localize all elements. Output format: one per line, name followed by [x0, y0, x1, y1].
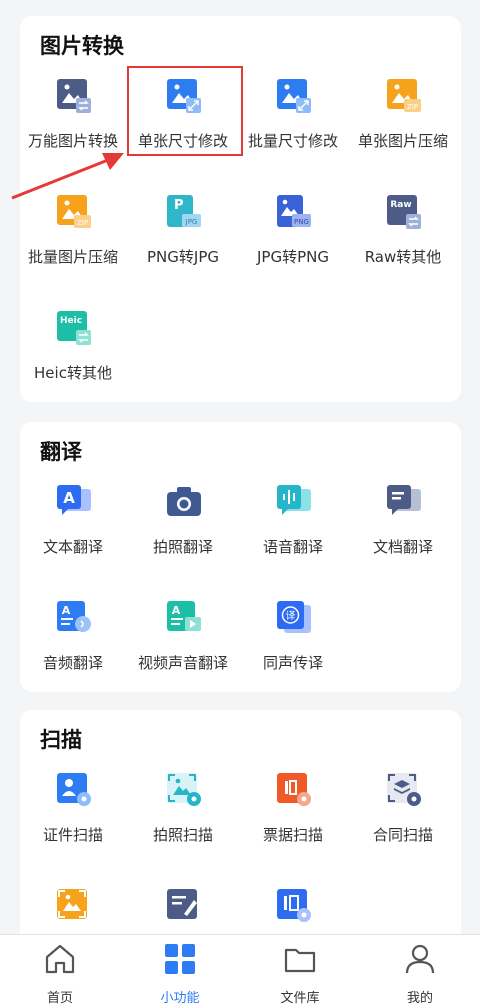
contract-icon [387, 773, 421, 806]
id-card-icon [57, 773, 91, 806]
tool-label: 拍照扫描 [152, 826, 213, 844]
tool-text-translate[interactable]: A 文本翻译 [14, 484, 132, 584]
section-title-translate: 翻译 [40, 440, 82, 464]
section-title-image: 图片转换 [40, 34, 124, 58]
folder-icon [284, 948, 316, 973]
document-icon [387, 485, 421, 515]
tool-png-to-jpg[interactable]: P JPG PNG转JPG [124, 194, 242, 294]
tool-label: PNG转JPG [147, 248, 219, 266]
tool-voice-translate[interactable]: 语音翻译 [234, 484, 352, 584]
nav-label: 小功能 [160, 991, 200, 1006]
tool-receipt-scan[interactable]: 票据扫描 [234, 772, 352, 872]
book-scan-icon [277, 889, 311, 922]
nav-files[interactable]: 文件库 [240, 935, 360, 1007]
interpret-icon: 译 [277, 601, 311, 633]
tool-raw-convert[interactable]: Raw Raw转其他 [344, 194, 462, 294]
home-icon [45, 944, 75, 974]
tool-jpg-to-png[interactable]: PNG JPG转PNG [234, 194, 352, 294]
tool-label: 证件扫描 [42, 826, 103, 844]
svg-text:P: P [174, 198, 184, 213]
tool-label: 票据扫描 [262, 826, 323, 844]
tool-label: Raw转其他 [364, 248, 442, 266]
grid-icon [165, 944, 195, 974]
tool-id-scan[interactable]: 证件扫描 [14, 772, 132, 872]
heic-convert-icon: Heic [57, 311, 91, 345]
tool-photo-translate[interactable]: 拍照翻译 [124, 484, 242, 584]
tool-photo-scan[interactable]: 拍照扫描 [124, 772, 242, 872]
tool-label: Heic转其他 [34, 364, 112, 382]
svg-text:Raw: Raw [390, 200, 411, 210]
svg-text:PNG: PNG [294, 218, 309, 226]
tool-label: 合同扫描 [372, 826, 433, 844]
video-icon: A [167, 601, 201, 631]
camera-icon [167, 487, 201, 516]
svg-text:译: 译 [286, 610, 296, 622]
user-icon [405, 944, 435, 974]
tool-video-translate[interactable]: A 视频声音翻译 [124, 600, 242, 700]
section-title-scan: 扫描 [40, 728, 82, 752]
png-to-jpg-icon: P JPG [167, 195, 201, 227]
svg-text:ZIP: ZIP [77, 219, 88, 227]
bottom-nav: 首页 小功能 文件库 我的 [0, 934, 480, 1007]
svg-text:A: A [62, 604, 71, 617]
tool-label: 同声传译 [262, 654, 323, 672]
tool-label: 文本翻译 [42, 538, 103, 556]
nav-tools[interactable]: 小功能 [120, 935, 240, 1007]
tool-doc-translate[interactable]: 文档翻译 [344, 484, 462, 584]
voice-icon [277, 485, 311, 515]
tool-heic-convert[interactable]: Heic Heic转其他 [14, 310, 132, 410]
batch-resize-icon [277, 79, 311, 113]
svg-text:JPG: JPG [185, 218, 198, 226]
tool-label: 单张图片压缩 [357, 132, 448, 150]
nav-label: 首页 [46, 991, 73, 1006]
audio-icon: A [57, 601, 91, 632]
photo-scan-icon [167, 773, 201, 806]
raw-convert-icon: Raw [387, 195, 421, 229]
tool-batch-resize[interactable]: 批量尺寸修改 [234, 78, 352, 178]
svg-text:A: A [172, 604, 181, 617]
tool-label: 视频声音翻译 [137, 654, 228, 672]
tool-batch-compress[interactable]: ZIP 批量图片压缩 [14, 194, 132, 294]
tool-label: 语音翻译 [262, 538, 323, 556]
nav-label: 我的 [406, 991, 433, 1006]
nav-label: 文件库 [280, 991, 320, 1006]
image-scan-icon [57, 889, 87, 919]
nav-profile[interactable]: 我的 [360, 935, 480, 1007]
tool-label: 文档翻译 [372, 538, 433, 556]
tool-label: 批量尺寸修改 [247, 132, 338, 150]
pointer-arrow [11, 153, 124, 200]
highlight-box [127, 66, 243, 156]
tool-contract-scan[interactable]: 合同扫描 [344, 772, 462, 872]
text-scan-icon [167, 889, 197, 919]
tool-label: 音频翻译 [42, 654, 103, 672]
image-compress-icon: ZIP [387, 79, 421, 112]
tool-audio-translate[interactable]: A 音频翻译 [14, 600, 132, 700]
image-convert-icon [57, 79, 91, 113]
translate-card: 翻译 A 文本翻译 拍照翻译 语音翻译 文档翻译 A 音频翻译 A 视频声音翻译… [20, 422, 461, 692]
tool-label: JPG转PNG [257, 248, 329, 266]
svg-text:A: A [63, 489, 75, 507]
svg-text:Heic: Heic [60, 316, 82, 326]
tool-label: 批量图片压缩 [27, 248, 118, 266]
tool-single-compress[interactable]: ZIP 单张图片压缩 [344, 78, 462, 178]
tool-label: 拍照翻译 [152, 538, 213, 556]
tool-simultaneous-interpret[interactable]: 译 同声传译 [234, 600, 352, 700]
nav-home[interactable]: 首页 [0, 935, 120, 1007]
jpg-to-png-icon: PNG [277, 195, 311, 227]
receipt-icon [277, 773, 311, 806]
svg-text:ZIP: ZIP [407, 103, 418, 111]
text-translate-icon: A [57, 485, 91, 515]
